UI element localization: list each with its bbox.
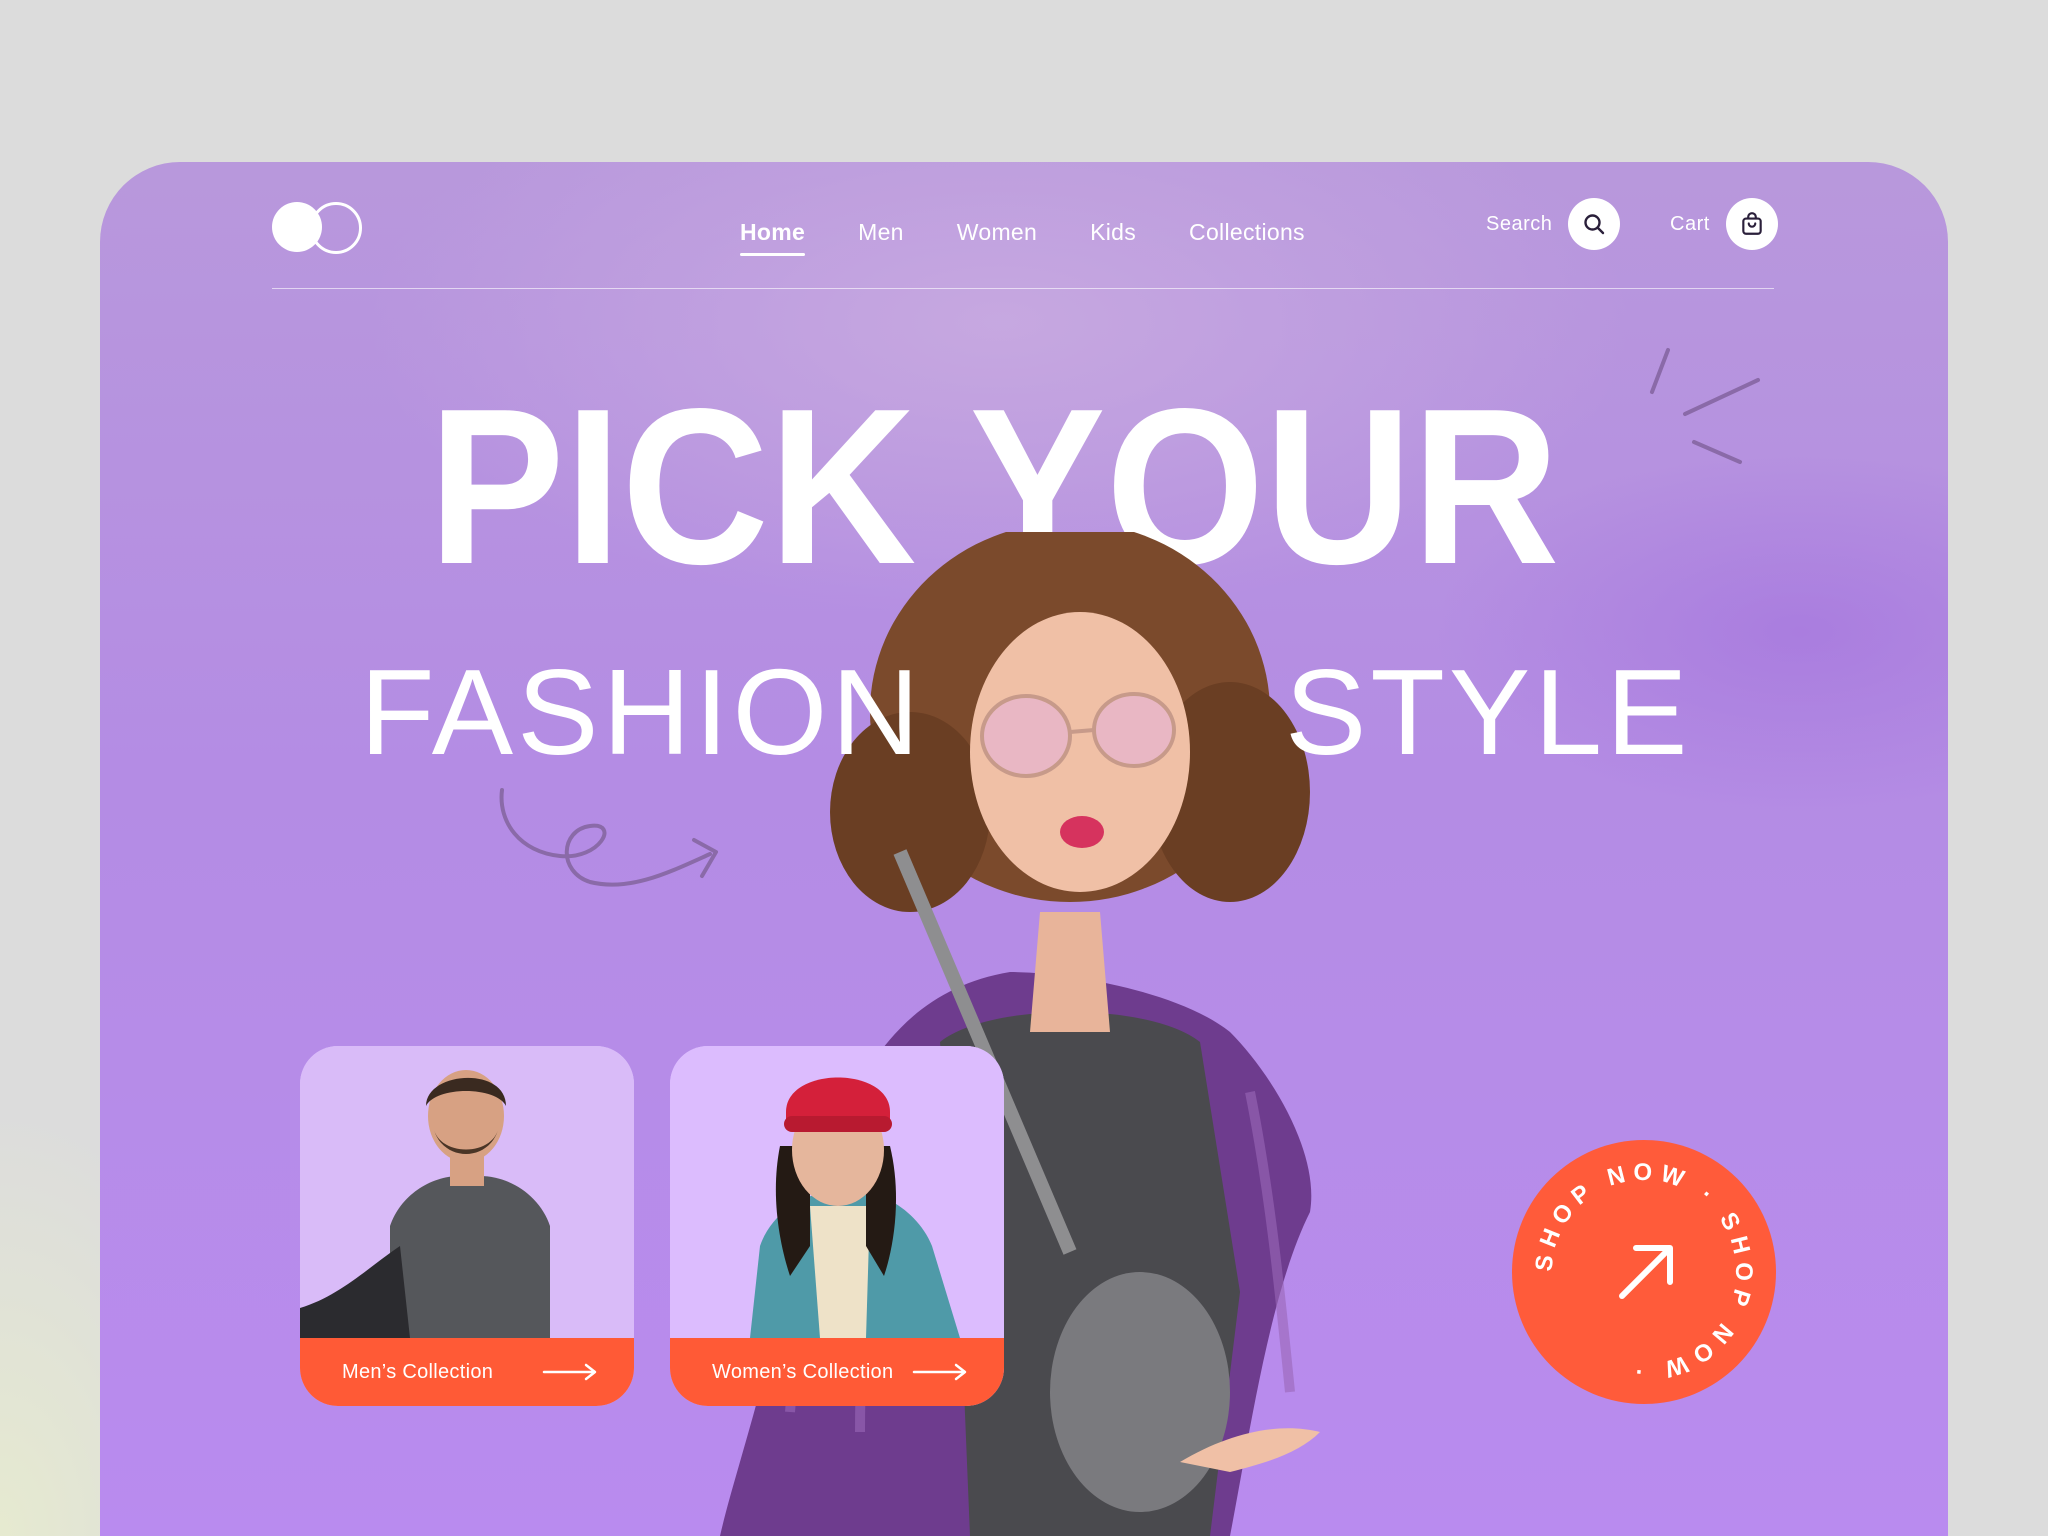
sparkle-doodle <box>1650 348 1760 464</box>
nav-item-women[interactable]: Women <box>957 212 1037 252</box>
search-button[interactable] <box>1568 198 1621 250</box>
curly-arrow-doodle <box>499 788 718 887</box>
nav-item-kids[interactable]: Kids <box>1090 212 1136 252</box>
mens-collection-image <box>300 1046 634 1338</box>
arrow-right-icon <box>542 1363 597 1381</box>
cart-control[interactable]: Cart <box>1670 198 1778 250</box>
logo-outline-circle <box>310 202 362 254</box>
header-divider <box>272 288 1774 289</box>
brand-logo[interactable] <box>272 200 364 256</box>
shopping-bag-icon <box>1742 212 1762 235</box>
cart-button[interactable] <box>1725 198 1778 250</box>
shop-now-badge[interactable]: SHOP NOW · SHOP NOW · <box>1512 1140 1776 1404</box>
womens-collection-bar: Women’s Collection <box>670 1338 1004 1406</box>
landing-page: Home Men Women Kids Collections Search C… <box>100 162 1948 1536</box>
arrow-up-right-icon <box>1619 1245 1673 1299</box>
mens-collection-label: Men’s Collection <box>342 1360 494 1383</box>
search-label: Search <box>1486 212 1553 235</box>
search-icon <box>1584 214 1605 235</box>
nav-item-men[interactable]: Men <box>858 212 904 252</box>
hero-subheadline-left: FASHION <box>360 644 924 780</box>
cart-label: Cart <box>1670 212 1710 235</box>
womens-collection-image <box>670 1046 1004 1338</box>
main-nav: Home Men Women Kids Collections <box>740 212 1305 262</box>
mens-collection-bar: Men’s Collection <box>300 1338 634 1406</box>
womens-collection-label: Women’s Collection <box>712 1360 894 1383</box>
womens-collection-card[interactable]: Women’s Collection <box>670 1046 1004 1406</box>
shop-now-ring: SHOP NOW · SHOP NOW · <box>1530 1159 1750 1385</box>
nav-item-collections[interactable]: Collections <box>1189 212 1305 252</box>
mens-collection-card[interactable]: Men’s Collection <box>300 1046 634 1406</box>
arrow-right-icon <box>912 1363 967 1381</box>
hero-subheadline-right: STYLE <box>1285 644 1692 780</box>
search-control[interactable]: Search <box>1486 198 1621 250</box>
nav-item-home[interactable]: Home <box>740 212 806 256</box>
